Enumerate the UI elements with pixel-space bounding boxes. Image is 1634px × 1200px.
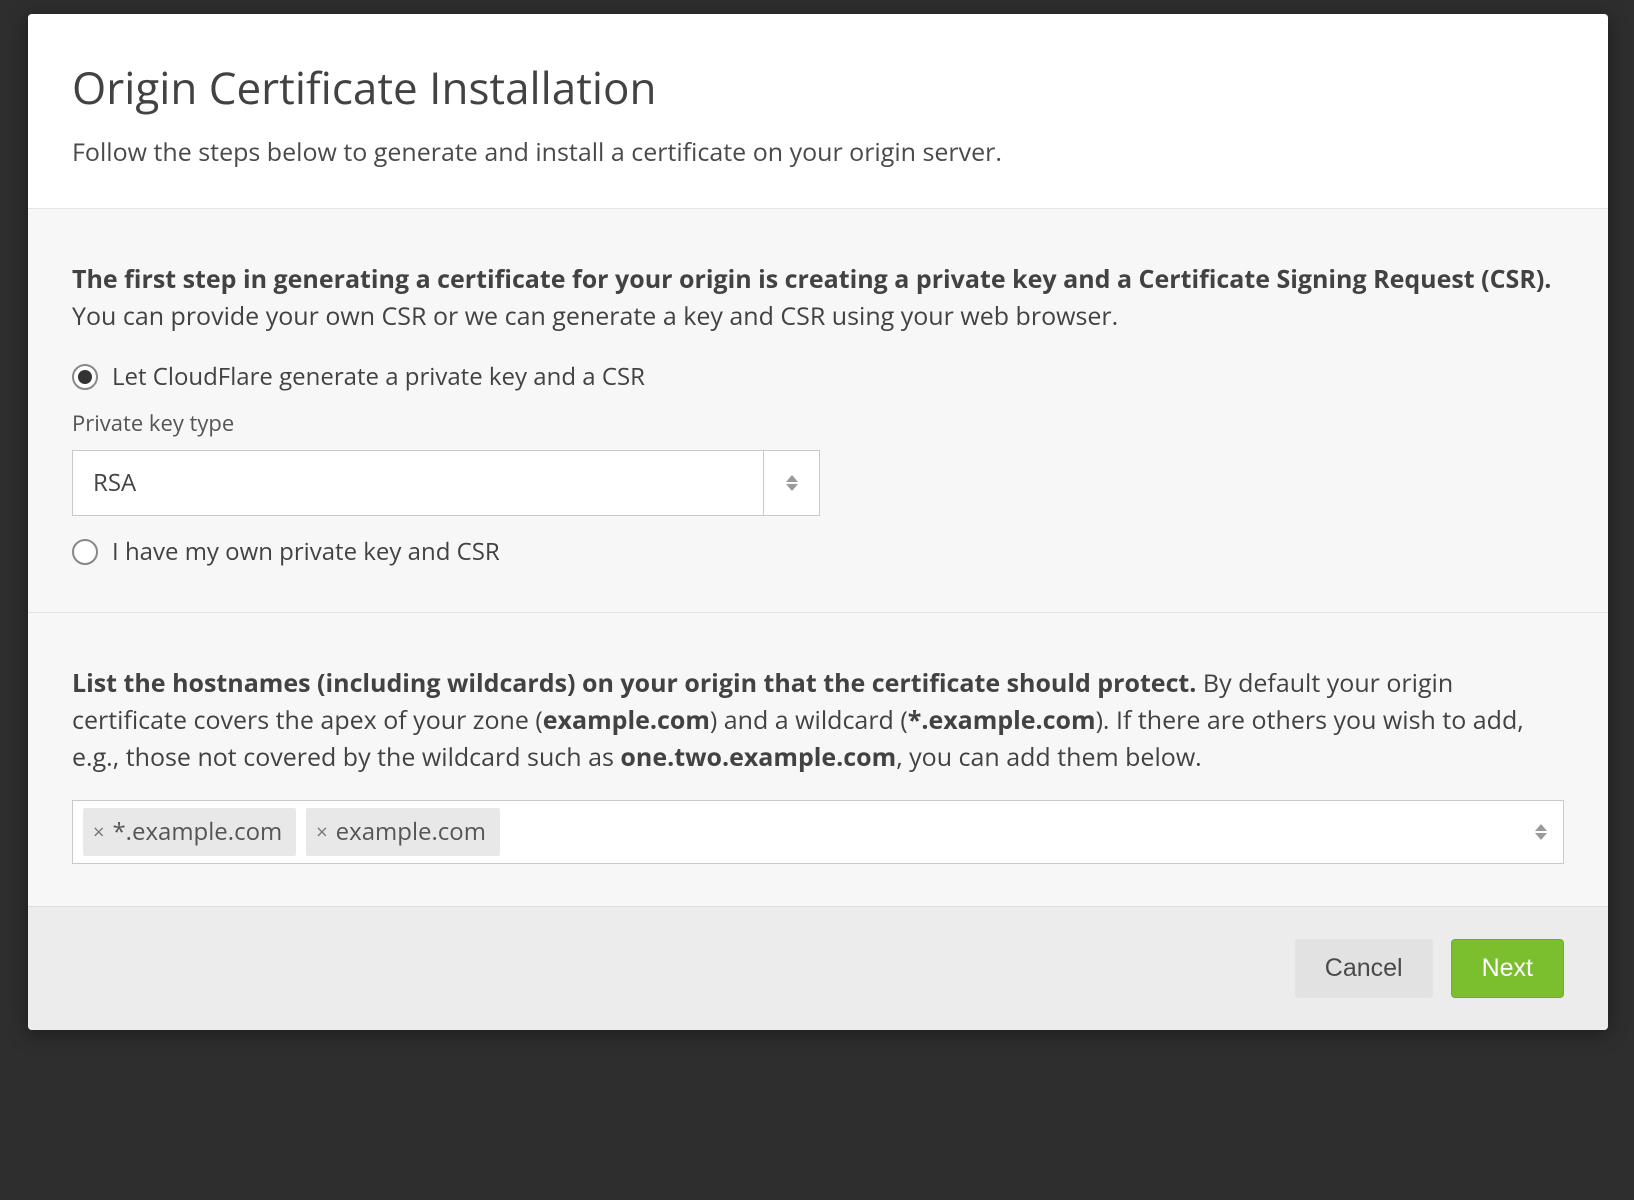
section-private-key: The first step in generating a certifica…	[28, 208, 1608, 612]
close-icon[interactable]: ×	[93, 822, 104, 842]
private-key-type-select[interactable]: RSA	[72, 450, 820, 516]
chevron-updown-icon	[1535, 824, 1547, 840]
private-key-type-label: Private key type	[72, 407, 1564, 440]
radio-icon	[72, 539, 98, 565]
hostnames-input[interactable]: × *.example.com × example.com	[72, 800, 1564, 864]
private-key-type-value: RSA	[73, 451, 763, 515]
radio-generate-label: Let CloudFlare generate a private key an…	[112, 359, 645, 395]
radio-own-row[interactable]: I have my own private key and CSR	[72, 534, 1564, 570]
close-icon[interactable]: ×	[316, 822, 327, 842]
modal-title: Origin Certificate Installation	[72, 54, 1564, 120]
hostname-chip-label: *.example.com	[112, 814, 282, 850]
radio-own-label: I have my own private key and CSR	[112, 534, 500, 570]
step1-rest: You can provide your own CSR or we can g…	[72, 299, 1118, 333]
next-button[interactable]: Next	[1451, 939, 1564, 998]
section-hostnames: List the hostnames (including wildcards)…	[28, 612, 1608, 906]
radio-generate-row[interactable]: Let CloudFlare generate a private key an…	[72, 359, 1564, 395]
modal-footer: Cancel Next	[28, 906, 1608, 1030]
step2-description: List the hostnames (including wildcards)…	[72, 665, 1564, 776]
hostname-chip[interactable]: × example.com	[306, 808, 500, 856]
hostname-chip-label: example.com	[336, 814, 486, 850]
step2-bold: List the hostnames (including wildcards)…	[72, 666, 1196, 700]
modal-header: Origin Certificate Installation Follow t…	[28, 14, 1608, 208]
hostname-chip[interactable]: × *.example.com	[83, 808, 296, 856]
chevron-updown-icon	[763, 451, 819, 515]
radio-icon	[72, 364, 98, 390]
step1-bold: The first step in generating a certifica…	[72, 262, 1551, 296]
step1-description: The first step in generating a certifica…	[72, 261, 1564, 335]
cancel-button[interactable]: Cancel	[1295, 939, 1433, 998]
origin-cert-modal: Origin Certificate Installation Follow t…	[28, 14, 1608, 1030]
modal-subtitle: Follow the steps below to generate and i…	[72, 134, 1564, 172]
